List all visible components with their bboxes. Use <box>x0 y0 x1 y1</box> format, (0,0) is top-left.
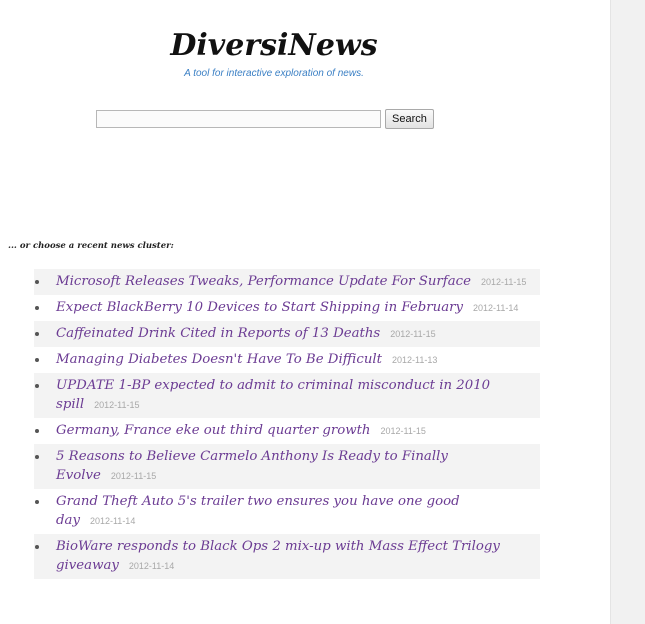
news-cluster-item: Expect BlackBerry 10 Devices to Start Sh… <box>34 295 540 321</box>
news-cluster-list: Microsoft Releases Tweaks, Performance U… <box>34 269 540 579</box>
bullet-icon <box>35 429 39 433</box>
news-cluster-item: Managing Diabetes Doesn't Have To Be Dif… <box>34 347 540 373</box>
news-date: 2012-11-15 <box>390 329 436 339</box>
news-cluster-link[interactable]: Microsoft Releases Tweaks, Performance U… <box>56 274 471 289</box>
bullet-icon <box>35 358 39 362</box>
browser-viewport: DiversiNews A tool for interactive explo… <box>0 0 645 624</box>
search-input[interactable] <box>96 110 381 128</box>
site-header: DiversiNews A tool for interactive explo… <box>0 28 548 81</box>
search-form: Search <box>96 109 434 129</box>
bullet-icon <box>35 500 39 504</box>
bullet-icon <box>35 306 39 310</box>
vertical-scrollbar[interactable] <box>610 0 645 624</box>
site-title[interactable]: DiversiNews <box>0 28 548 64</box>
news-cluster-item: UPDATE 1-BP expected to admit to crimina… <box>34 373 540 418</box>
bullet-icon <box>35 384 39 388</box>
bullet-icon <box>35 455 39 459</box>
news-cluster-item: Microsoft Releases Tweaks, Performance U… <box>34 269 540 295</box>
news-cluster-link[interactable]: Caffeinated Drink Cited in Reports of 13… <box>56 326 380 341</box>
news-cluster-item: Caffeinated Drink Cited in Reports of 13… <box>34 321 540 347</box>
site-tagline: A tool for interactive exploration of ne… <box>184 68 364 79</box>
news-date: 2012-11-14 <box>472 303 519 313</box>
news-cluster-link[interactable]: BioWare responds to Black Ops 2 mix-up w… <box>56 539 500 573</box>
news-cluster-item: 5 Reasons to Believe Carmelo Anthony Is … <box>34 444 540 489</box>
search-button[interactable]: Search <box>385 109 434 129</box>
page-content: DiversiNews A tool for interactive explo… <box>0 0 610 624</box>
news-date: 2012-11-15 <box>110 471 157 481</box>
news-date: 2012-11-13 <box>392 355 438 365</box>
bullet-icon <box>35 280 39 284</box>
news-date: 2012-11-15 <box>94 400 140 410</box>
news-date: 2012-11-14 <box>128 561 175 571</box>
news-cluster-link[interactable]: Expect BlackBerry 10 Devices to Start Sh… <box>56 300 463 315</box>
news-date: 2012-11-14 <box>89 516 136 526</box>
bullet-icon <box>35 545 39 549</box>
cluster-heading: ... or choose a recent news cluster: <box>8 241 174 251</box>
news-date: 2012-11-15 <box>380 426 426 436</box>
news-cluster-item: Germany, France eke out third quarter gr… <box>34 418 540 444</box>
news-cluster-item: Grand Theft Auto 5's trailer two ensures… <box>34 489 540 534</box>
news-cluster-item: BioWare responds to Black Ops 2 mix-up w… <box>34 534 540 579</box>
news-cluster-link[interactable]: Germany, France eke out third quarter gr… <box>56 423 371 438</box>
bullet-icon <box>35 332 39 336</box>
news-date: 2012-11-15 <box>480 277 527 287</box>
news-cluster-link[interactable]: Managing Diabetes Doesn't Have To Be Dif… <box>56 352 382 367</box>
